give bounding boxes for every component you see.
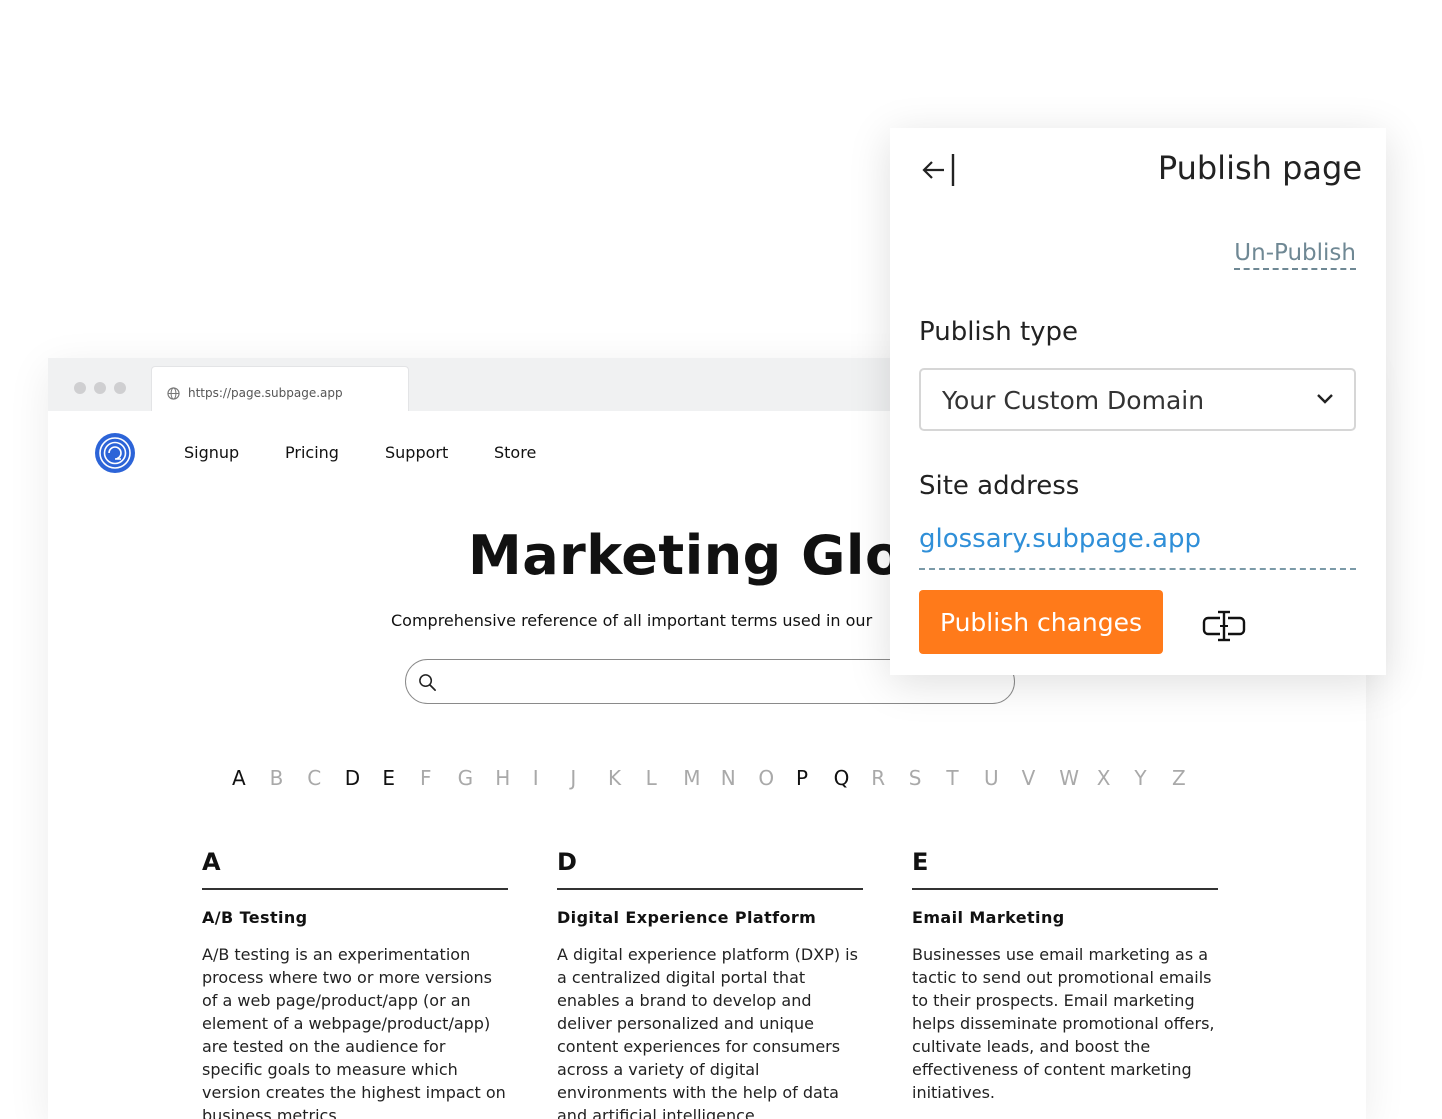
alphabet-letter-c[interactable]: C [307, 766, 321, 790]
glossary-column: D Digital Experience Platform A digital ex… [557, 848, 863, 1119]
chevron-down-icon [1317, 394, 1333, 404]
panel-title: Publish page [1157, 149, 1362, 187]
glossary-column: E Email Marketing Businesses use email mar… [912, 848, 1218, 1104]
url-text: https://page.subpage.app [188, 386, 343, 400]
publish-type-select[interactable]: Your Custom Domain [919, 368, 1356, 431]
alphabet-letter-k[interactable]: K [608, 766, 621, 790]
alphabet-letter-u[interactable]: U [984, 766, 999, 790]
section-heading: A [202, 848, 508, 890]
nav-link-store[interactable]: Store [494, 443, 536, 462]
alphabet-letter-m[interactable]: M [683, 766, 700, 790]
alphabet-letter-v[interactable]: V [1022, 766, 1036, 790]
alphabet-letter-o[interactable]: O [758, 766, 774, 790]
site-address-field[interactable]: glossary.subpage.app [919, 524, 1356, 570]
site-logo-icon[interactable] [94, 432, 136, 474]
term-definition: A digital experience platform (DXP) is a… [557, 945, 858, 1119]
alphabet-letter-s[interactable]: S [909, 766, 922, 790]
alphabet-letter-a[interactable]: A [232, 766, 246, 790]
publish-changes-button[interactable]: Publish changes [919, 590, 1163, 654]
alphabet-letter-w[interactable]: W [1059, 766, 1079, 790]
nav-link-signup[interactable]: Signup [184, 443, 239, 462]
site-address-label: Site address [919, 471, 1080, 501]
glossary-column: A A/B Testing A/B testing is an experiment… [202, 848, 508, 1119]
alphabet-letter-z[interactable]: Z [1172, 766, 1186, 790]
alphabet-letter-d[interactable]: D [345, 766, 360, 790]
term-title[interactable]: Email Marketing [912, 908, 1218, 927]
alphabet-letter-h[interactable]: H [495, 766, 510, 790]
publish-type-value: Your Custom Domain [942, 386, 1205, 415]
alphabet-letter-g[interactable]: G [458, 766, 474, 790]
nav-link-pricing[interactable]: Pricing [285, 443, 339, 462]
alphabet-letter-q[interactable]: Q [834, 766, 850, 790]
alphabet-letter-f[interactable]: F [420, 766, 432, 790]
term-definition: Businesses use email marketing as a tact… [912, 945, 1215, 1102]
page-subtitle: Comprehensive reference of all important… [391, 611, 873, 630]
address-bar[interactable]: https://page.subpage.app [151, 366, 409, 411]
alphabet-letter-n[interactable]: N [721, 766, 736, 790]
alphabet-letter-p[interactable]: P [796, 766, 808, 790]
window-dot-maximize[interactable] [114, 382, 126, 394]
alphabet-letter-i[interactable]: I [533, 766, 539, 790]
window-dot-close[interactable] [74, 382, 86, 394]
unpublish-link[interactable]: Un-Publish [1234, 240, 1356, 270]
text-cursor-icon [1202, 610, 1246, 642]
nav-link-support[interactable]: Support [385, 443, 448, 462]
publish-panel: Publish page Un-Publish Publish type You… [890, 128, 1386, 675]
alphabet-letter-b[interactable]: B [270, 766, 284, 790]
term-definition: A/B testing is an experimentation proces… [202, 945, 506, 1119]
section-heading: D [557, 848, 863, 890]
alphabet-letter-t[interactable]: T [946, 766, 958, 790]
alphabet-index: ABCDE F GHI J K L MNOP QRST UVWXY Z [232, 766, 1192, 796]
publish-type-label: Publish type [919, 317, 1079, 347]
term-title[interactable]: A/B Testing [202, 908, 508, 927]
alphabet-letter-j[interactable]: J [570, 766, 576, 790]
section-heading: E [912, 848, 1218, 890]
alphabet-letter-r[interactable]: R [871, 766, 885, 790]
alphabet-letter-y[interactable]: Y [1134, 766, 1146, 790]
collapse-back-icon[interactable] [920, 152, 958, 188]
globe-icon [167, 387, 180, 400]
alphabet-letter-l[interactable]: L [646, 766, 657, 790]
search-icon [419, 674, 436, 691]
term-title[interactable]: Digital Experience Platform [557, 908, 863, 927]
alphabet-letter-x[interactable]: X [1097, 766, 1111, 790]
alphabet-letter-e[interactable]: E [382, 766, 395, 790]
window-dot-minimize[interactable] [94, 382, 106, 394]
